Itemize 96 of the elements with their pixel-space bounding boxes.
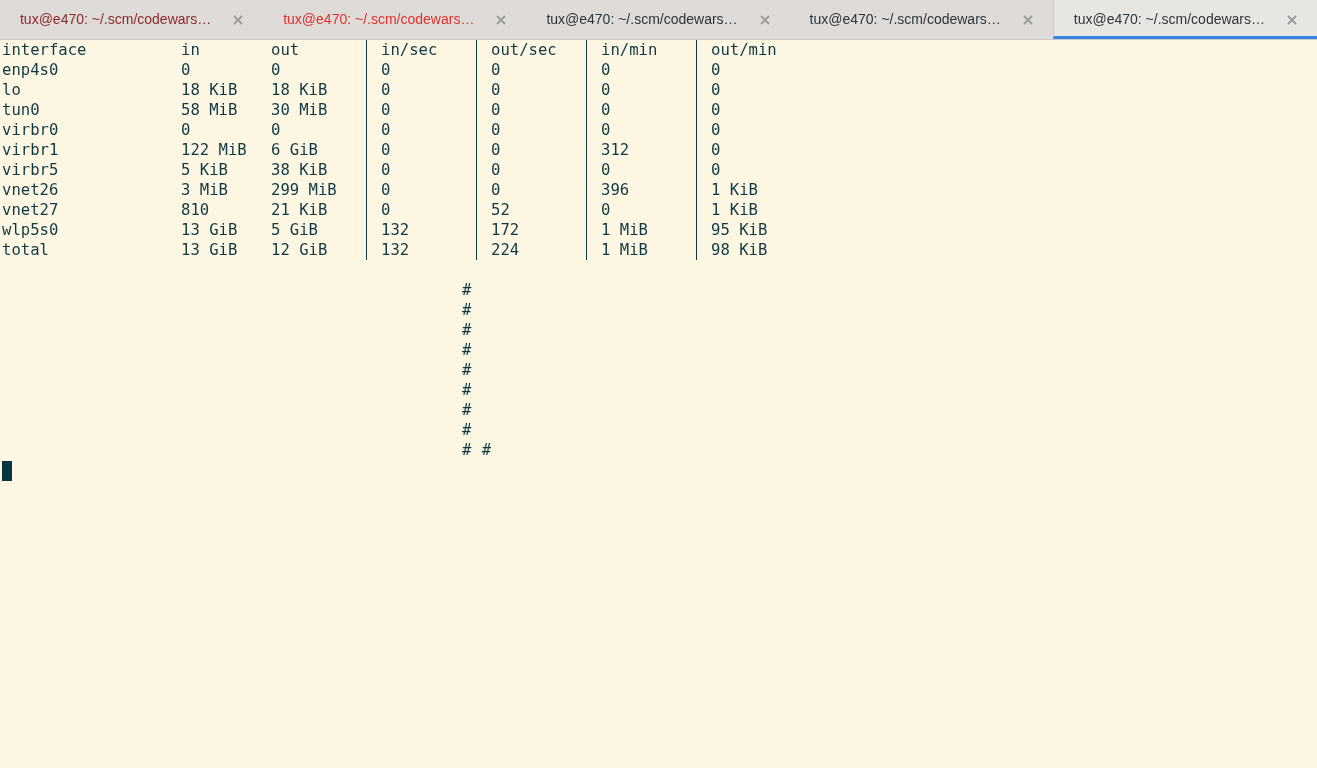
terminal-tab[interactable]: tux@e470: ~/.scm/codewars… [526, 0, 790, 39]
table-cell: 38 KiB [271, 160, 328, 180]
table-cell: 224 [491, 240, 520, 260]
table-cell: 0 [381, 80, 391, 100]
table-cell: 132 [381, 240, 410, 260]
terminal-tab[interactable]: tux@e470: ~/.scm/codewars… [789, 0, 1053, 39]
column-header: out/min [711, 40, 777, 60]
graph-line: # [462, 300, 472, 320]
column-header: out/sec [491, 40, 557, 60]
table-cell: 52 [491, 200, 510, 220]
table-cell: 0 [381, 200, 391, 220]
column-header: in [181, 40, 200, 60]
table-cell: 172 [491, 220, 520, 240]
column-header: interface [2, 40, 87, 60]
table-cell: 0 [181, 120, 191, 140]
terminal-tab[interactable]: tux@e470: ~/.scm/codewars… [0, 0, 264, 39]
table-cell: 0 [711, 140, 721, 160]
table-cell: 0 [601, 80, 611, 100]
table-cell: 0 [601, 60, 611, 80]
table-cell: virbr1 [2, 140, 59, 160]
table-cell: 0 [711, 120, 721, 140]
table-cell: 0 [491, 100, 501, 120]
table-cell: 0 [491, 80, 501, 100]
table-cell: 0 [381, 140, 391, 160]
table-cell: tun0 [2, 100, 40, 120]
table-cell: 3 MiB [181, 180, 228, 200]
graph-line: # [462, 320, 472, 340]
table-cell: 0 [711, 160, 721, 180]
table-cell: enp4s0 [2, 60, 59, 80]
table-cell: 0 [711, 60, 721, 80]
table-cell: 0 [601, 100, 611, 120]
table-cell: 0 [381, 60, 391, 80]
table-cell: 58 MiB [181, 100, 238, 120]
column-header: in/sec [381, 40, 438, 60]
table-cell: vnet27 [2, 200, 59, 220]
table-cell: 5 KiB [181, 160, 228, 180]
table-cell: 98 KiB [711, 240, 768, 260]
table-cell: 0 [711, 100, 721, 120]
table-cell: 0 [601, 160, 611, 180]
graph-line: # [462, 400, 472, 420]
table-cell: total [2, 240, 49, 260]
table-cell: 6 GiB [271, 140, 318, 160]
table-cell: 0 [601, 120, 611, 140]
graph-line: # # [462, 440, 492, 460]
table-cell: 0 [381, 100, 391, 120]
column-header: in/min [601, 40, 658, 60]
graph-line: # [462, 360, 472, 380]
table-cell: 0 [711, 80, 721, 100]
graph-line: # [462, 340, 472, 360]
table-cell: 0 [271, 60, 281, 80]
table-cell: 132 [381, 220, 410, 240]
table-cell: 0 [271, 120, 281, 140]
table-cell: 13 GiB [181, 220, 238, 240]
table-cell: 1 KiB [711, 180, 758, 200]
column-header: out [271, 40, 300, 60]
graph-line: # [462, 380, 472, 400]
close-icon[interactable] [496, 14, 507, 25]
terminal-tab[interactable]: tux@e470: ~/.scm/codewars… [1052, 0, 1317, 39]
table-cell: 1 MiB [601, 220, 648, 240]
table-cell: vnet26 [2, 180, 59, 200]
table-cell: 312 [601, 140, 630, 160]
table-cell: wlp5s0 [2, 220, 59, 240]
table-cell: 0 [491, 140, 501, 160]
table-cell: 810 [181, 200, 210, 220]
table-cell: 0 [491, 160, 501, 180]
table-cell: 0 [491, 60, 501, 80]
close-icon[interactable] [233, 14, 244, 25]
table-cell: 122 MiB [181, 140, 247, 160]
table-cell: virbr0 [2, 120, 59, 140]
table-cell: 5 GiB [271, 220, 318, 240]
table-cell: 30 MiB [271, 100, 328, 120]
table-cell: 299 MiB [271, 180, 337, 200]
cursor-block [2, 461, 12, 481]
close-icon[interactable] [759, 14, 770, 25]
table-cell: 396 [601, 180, 630, 200]
table-cell: 0 [181, 60, 191, 80]
table-cell: 0 [601, 200, 611, 220]
table-cell: 1 MiB [601, 240, 648, 260]
table-cell: 18 KiB [271, 80, 328, 100]
table-cell: 12 GiB [271, 240, 328, 260]
close-icon[interactable] [1022, 14, 1033, 25]
close-icon[interactable] [1287, 14, 1298, 25]
table-cell: 0 [381, 120, 391, 140]
table-cell: lo [2, 80, 21, 100]
table-cell: 0 [381, 180, 391, 200]
table-cell: 0 [491, 180, 501, 200]
table-cell: 21 KiB [271, 200, 328, 220]
graph-line: # [462, 280, 472, 300]
table-cell: virbr5 [2, 160, 59, 180]
graph-line: # [462, 420, 472, 440]
table-cell: 0 [381, 160, 391, 180]
table-cell: 18 KiB [181, 80, 238, 100]
table-cell: 13 GiB [181, 240, 238, 260]
table-cell: 95 KiB [711, 220, 768, 240]
table-cell: 0 [491, 120, 501, 140]
table-cell: 1 KiB [711, 200, 758, 220]
